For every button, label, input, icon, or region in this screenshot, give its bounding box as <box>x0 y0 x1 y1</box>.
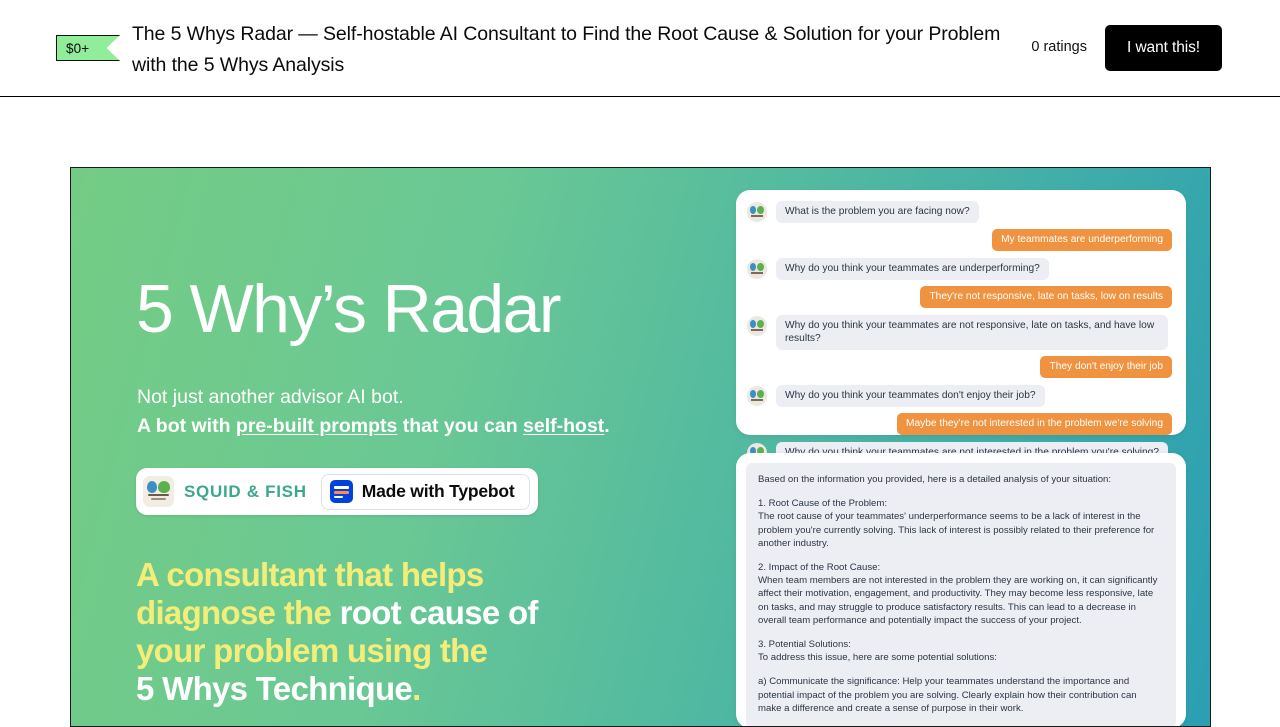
analysis-paragraph: 1. Root Cause of the Problem: The root ca… <box>758 498 1155 549</box>
made-with-typebot-badge[interactable]: Made with Typebot <box>320 473 530 510</box>
analysis-result-card: Based on the information you provided, h… <box>736 453 1186 726</box>
product-cover-image[interactable]: 5 Why’s Radar Not just another advisor A… <box>70 167 1211 727</box>
self-host-emphasis: self-host <box>523 415 605 437</box>
chat-message-row: Why do you think your teammates are unde… <box>747 258 1172 280</box>
tagline-line-2a: diagnose the <box>136 594 340 631</box>
bot-avatar-icon <box>747 316 767 336</box>
price-badge-label: $0+ <box>66 40 90 56</box>
price-badge: $0+ <box>56 35 120 61</box>
chat-message-row: They're not responsive, late on tasks, l… <box>747 286 1172 308</box>
tagline-line-4b: . <box>412 670 421 707</box>
tagline-line-1: A consultant that helps <box>136 556 484 593</box>
hero-tagline: A consultant that helps diagnose the roo… <box>136 556 656 708</box>
bot-message-bubble: What is the problem you are facing now? <box>776 201 979 223</box>
analysis-paragraph: 2. Impact of the Root Cause: When team me… <box>758 562 1158 626</box>
chat-message-row: What is the problem you are facing now? <box>747 201 1172 223</box>
i-want-this-button[interactable]: I want this! <box>1105 25 1222 71</box>
bot-message-bubble: Why do you think your teammates are unde… <box>776 258 1049 280</box>
user-message-bubble: They don't enjoy their job <box>1040 356 1172 378</box>
analysis-paragraph: a) Communicate the significance: Help yo… <box>758 676 1137 714</box>
chat-message-row: Maybe they're not interested in the prob… <box>747 413 1172 435</box>
user-message-bubble: Maybe they're not interested in the prob… <box>896 413 1172 435</box>
chat-message-row: They don't enjoy their job <box>747 356 1172 378</box>
hero-sub-line-2: A bot with pre-built prompts that you ca… <box>137 412 697 441</box>
hero-heading: 5 Why’s Radar <box>136 271 561 347</box>
user-message-bubble: They're not responsive, late on tasks, l… <box>920 286 1172 308</box>
squid-and-fish-logo-icon <box>143 476 174 507</box>
squid-and-fish-label: SQUID & FISH <box>184 481 307 501</box>
bot-avatar-icon <box>747 202 767 222</box>
chat-message-row: My teammates are underperforming <box>747 229 1172 251</box>
analysis-paragraph: 3. Potential Solutions: To address this i… <box>758 639 997 664</box>
tagline-line-3: your problem using the <box>136 632 488 669</box>
analysis-paragraph: Based on the information you provided, h… <box>758 474 1112 485</box>
pre-built-prompts-emphasis: pre-built prompts <box>235 415 398 437</box>
typebot-label: Made with Typebot <box>361 481 515 501</box>
hero-subheading: Not just another advisor AI bot. A bot w… <box>137 383 697 441</box>
user-message-bubble: My teammates are underperforming <box>992 229 1172 251</box>
hero-sub-line-1: Not just another advisor AI bot. <box>137 386 404 408</box>
bot-message-bubble: Why do you think your teammates don't en… <box>776 385 1045 407</box>
hero-sub-text-a: A bot with <box>137 415 236 437</box>
typebot-logo-icon <box>329 480 353 503</box>
tagline-line-2b: root cause of <box>339 594 539 631</box>
page-title: The 5 Whys Radar — Self-hostable AI Cons… <box>132 23 1001 76</box>
chat-conversation-card: What is the problem you are facing now? M… <box>736 190 1186 464</box>
ratings-count: 0 ratings <box>1031 39 1087 55</box>
hero-sub-text-e: . <box>604 415 610 437</box>
bot-avatar-icon <box>747 259 767 279</box>
bot-avatar-icon <box>747 386 767 406</box>
hero-sub-text-c: that you can <box>397 415 524 437</box>
brand-badge-bar: SQUID & FISH Made with Typebot <box>136 468 538 515</box>
chat-message-row: Why do you think your teammates are not … <box>747 315 1172 350</box>
product-header: $0+ The 5 Whys Radar — Self-hostable AI … <box>0 0 1280 97</box>
hero-left-column: 5 Why’s Radar Not just another advisor A… <box>71 168 731 726</box>
bot-message-bubble: Why do you think your teammates are not … <box>776 315 1168 350</box>
chat-message-row: Why do you think your teammates don't en… <box>747 385 1172 407</box>
analysis-text-block: Based on the information you provided, h… <box>746 463 1176 726</box>
tagline-line-4a: 5 Whys Technique <box>136 670 413 707</box>
